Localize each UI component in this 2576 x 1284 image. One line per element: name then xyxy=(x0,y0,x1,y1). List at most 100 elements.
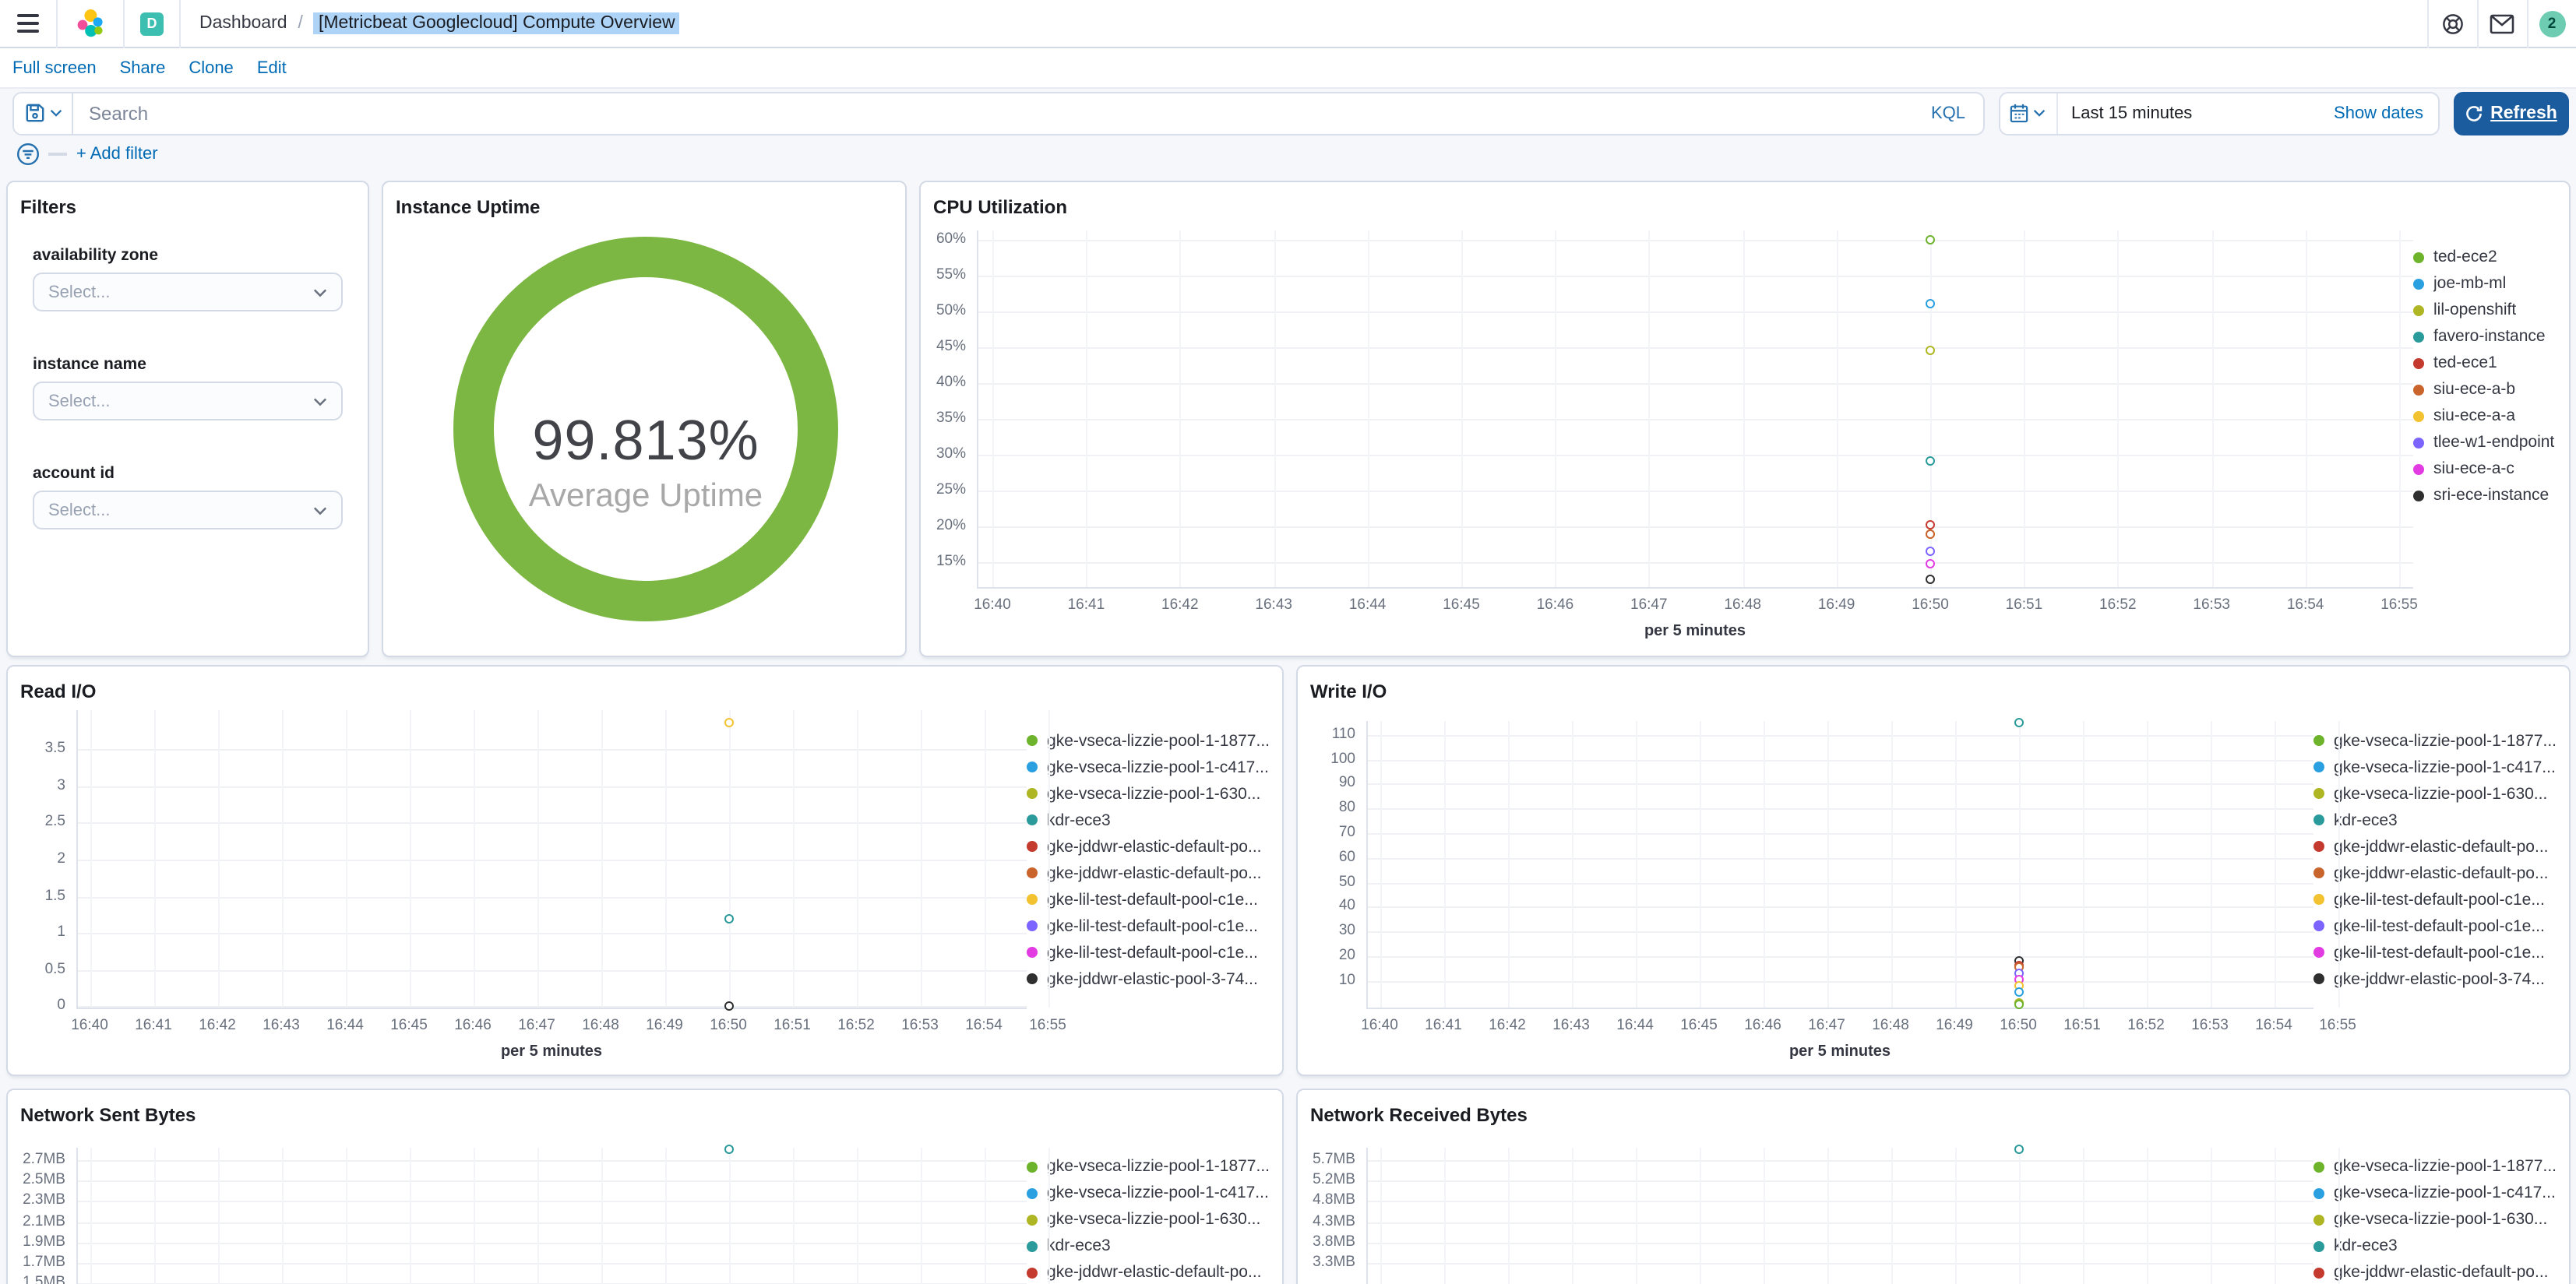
legend-label: gke-vseca-lizzie-pool-1-630... xyxy=(2334,784,2548,803)
user-menu-button[interactable]: 2 xyxy=(2528,0,2576,47)
menu-button[interactable] xyxy=(0,0,56,47)
filter-options-button[interactable] xyxy=(14,140,42,168)
x-gridline xyxy=(1443,721,1445,1008)
x-gridline xyxy=(1954,721,1956,1008)
legend-item[interactable]: ted-ece1 xyxy=(2413,354,2557,372)
legend-item[interactable]: gke-vseca-lizzie-pool-1-c417... xyxy=(2313,1184,2557,1202)
panel-title: Read I/O xyxy=(20,681,97,702)
y-tick-label: 2.1MB xyxy=(23,1212,65,1230)
legend-item[interactable]: tlee-w1-endpoint xyxy=(2413,433,2557,452)
y-tick-label: 2 xyxy=(57,850,65,867)
legend-item[interactable]: gke-jddwr-elastic-default-po... xyxy=(1027,1263,1270,1282)
legend-item[interactable]: gke-jddwr-elastic-default-po... xyxy=(1027,837,1270,856)
refresh-button[interactable]: Refresh xyxy=(2453,91,2568,135)
search-input[interactable] xyxy=(73,102,1914,124)
legend-label: favero-instance xyxy=(2433,327,2546,346)
x-tick-label: 16:48 xyxy=(582,1017,619,1034)
elastic-logo[interactable] xyxy=(58,0,123,47)
clone-link[interactable]: Clone xyxy=(189,58,234,77)
legend-item[interactable]: siu-ece-a-c xyxy=(2413,459,2557,478)
x-gridline xyxy=(792,710,794,1008)
legend-item[interactable]: gke-vseca-lizzie-pool-1-1877... xyxy=(2313,1157,2557,1176)
legend-item[interactable]: gke-jddwr-elastic-default-po... xyxy=(2313,1263,2557,1282)
newsfeed-button[interactable] xyxy=(2478,0,2526,47)
availability-zone-select[interactable]: Select... xyxy=(33,273,343,311)
legend-item[interactable]: gke-vseca-lizzie-pool-1-c417... xyxy=(1027,1184,1270,1202)
legend-item[interactable]: siu-ece-a-a xyxy=(2413,406,2557,425)
add-filter-button[interactable]: + Add filter xyxy=(76,145,158,164)
space-switcher[interactable]: D xyxy=(125,0,179,47)
legend-item[interactable]: gke-vseca-lizzie-pool-1-1877... xyxy=(1027,1157,1270,1176)
legend-item[interactable]: gke-lil-test-default-pool-c1e... xyxy=(2313,916,2557,935)
show-dates-button[interactable]: Show dates xyxy=(2320,104,2437,122)
uptime-value: 99.813% xyxy=(532,408,759,472)
instance-name-select[interactable]: Select... xyxy=(33,382,343,420)
share-link[interactable]: Share xyxy=(120,58,166,77)
date-quick-select-button[interactable] xyxy=(2000,93,2057,133)
panel-filters: Filters availability zone Select... inst… xyxy=(6,181,369,657)
x-tick-label: 16:49 xyxy=(1817,596,1855,614)
x-gridline xyxy=(1274,230,1276,587)
x-gridline xyxy=(281,710,283,1008)
x-gridline xyxy=(1380,721,1381,1008)
legend-item[interactable]: gke-vseca-lizzie-pool-1-630... xyxy=(2313,784,2557,803)
y-tick-label: 4.8MB xyxy=(1313,1191,1355,1209)
edit-link[interactable]: Edit xyxy=(257,58,287,77)
uptime-gauge-center: 99.813% Average Uptime xyxy=(494,408,798,515)
uptime-gauge-ring: 99.813% Average Uptime xyxy=(453,237,838,621)
x-tick-label: 16:52 xyxy=(837,1017,875,1034)
chart-legend: ted-ece2 joe-mb-ml lil-openshift favero-ins… xyxy=(2413,230,2557,512)
panel-title: CPU Utilization xyxy=(933,196,1067,218)
legend-item[interactable]: kdr-ece3 xyxy=(1027,1237,1270,1255)
legend-item[interactable]: gke-lil-test-default-pool-c1e... xyxy=(1027,916,1270,935)
legend-item[interactable]: joe-mb-ml xyxy=(2413,274,2557,293)
legend-item[interactable]: gke-vseca-lizzie-pool-1-c417... xyxy=(1027,758,1270,776)
legend-item[interactable]: siu-ece-a-b xyxy=(2413,380,2557,399)
legend-item[interactable]: gke-jddwr-elastic-default-po... xyxy=(2313,864,2557,882)
full-screen-link[interactable]: Full screen xyxy=(12,58,97,77)
legend-item[interactable]: gke-vseca-lizzie-pool-1-1877... xyxy=(2313,731,2557,750)
legend-item[interactable]: gke-lil-test-default-pool-c1e... xyxy=(1027,890,1270,909)
legend-item[interactable]: gke-vseca-lizzie-pool-1-630... xyxy=(1027,1210,1270,1229)
legend-item[interactable]: ted-ece2 xyxy=(2413,248,2557,266)
query-language-button[interactable]: KQL xyxy=(1914,104,1982,122)
legend-item[interactable]: gke-vseca-lizzie-pool-1-c417... xyxy=(2313,758,2557,776)
data-point xyxy=(1926,574,1935,584)
legend-item[interactable]: gke-jddwr-elastic-default-po... xyxy=(2313,837,2557,856)
x-tick-label: 16:41 xyxy=(1425,1017,1462,1034)
legend-item[interactable]: gke-vseca-lizzie-pool-1-630... xyxy=(2313,1210,2557,1229)
panel-write-io: Write I/O 110 100 90 80 70 60 50 40 30 20 10 16:40… xyxy=(1296,665,2571,1076)
y-gridline xyxy=(1368,956,2314,959)
legend-item[interactable]: gke-vseca-lizzie-pool-1-630... xyxy=(1027,784,1270,803)
data-point xyxy=(2014,1000,2023,1010)
legend-item[interactable]: favero-instance xyxy=(2413,327,2557,346)
x-gridline xyxy=(1571,721,1573,1008)
saved-query-menu-button[interactable] xyxy=(14,93,73,133)
legend-item[interactable]: gke-lil-test-default-pool-c1e... xyxy=(2313,943,2557,962)
x-gridline xyxy=(153,710,155,1008)
breadcrumb-dashboard[interactable]: Dashboard xyxy=(199,14,287,33)
panel-title: Write I/O xyxy=(1310,681,1387,702)
x-gridline xyxy=(2146,721,2148,1008)
legend-item[interactable]: gke-jddwr-elastic-default-po... xyxy=(1027,864,1270,882)
x-gridline xyxy=(2082,1148,2084,1284)
legend-item[interactable]: gke-jddwr-elastic-pool-3-74... xyxy=(2313,969,2557,988)
help-button[interactable] xyxy=(2428,0,2476,47)
legend-item[interactable]: gke-lil-test-default-pool-c1e... xyxy=(2313,890,2557,909)
chart-legend: gke-vseca-lizzie-pool-1-1877... gke-vseca… xyxy=(2313,721,2557,996)
legend-item[interactable]: gke-vseca-lizzie-pool-1-1877... xyxy=(1027,731,1270,750)
x-tick-label: 16:53 xyxy=(901,1017,939,1034)
legend-item[interactable]: kdr-ece3 xyxy=(2313,1237,2557,1255)
x-gridline xyxy=(345,710,347,1008)
legend-item[interactable]: gke-lil-test-default-pool-c1e... xyxy=(1027,943,1270,962)
legend-dot-icon xyxy=(2313,1267,2325,1278)
time-range-button[interactable]: Last 15 minutes xyxy=(2057,104,2206,122)
legend-item[interactable]: kdr-ece3 xyxy=(2313,811,2557,829)
legend-item[interactable]: sri-ece-instance xyxy=(2413,486,2557,505)
legend-item[interactable]: lil-openshift xyxy=(2413,301,2557,319)
legend-item[interactable]: kdr-ece3 xyxy=(1027,811,1270,829)
y-gridline xyxy=(978,418,2413,420)
account-id-select[interactable]: Select... xyxy=(33,491,343,529)
legend-dot-icon xyxy=(2313,1187,2325,1198)
legend-item[interactable]: gke-jddwr-elastic-pool-3-74... xyxy=(1027,969,1270,988)
